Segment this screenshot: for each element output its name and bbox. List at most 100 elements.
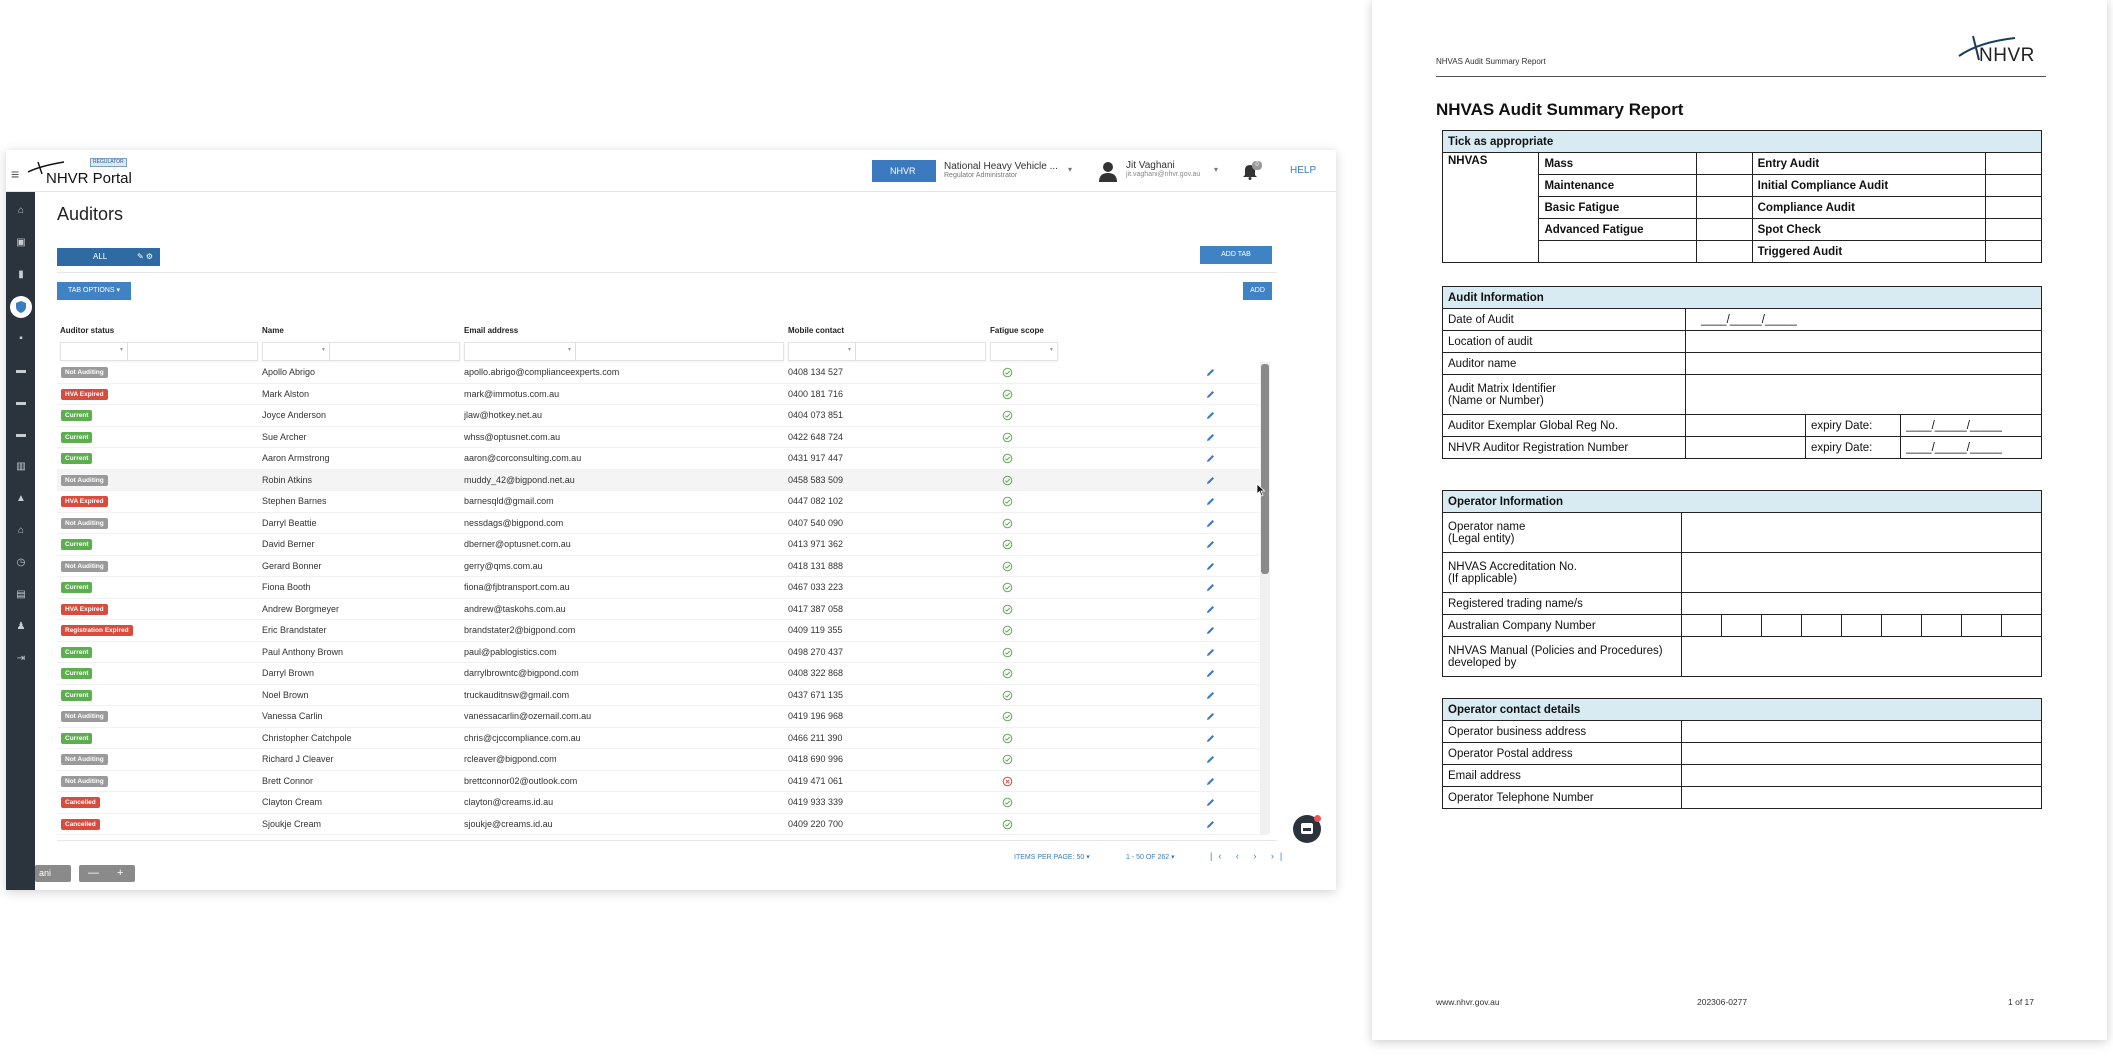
document-icon[interactable]: ▪ [14,332,28,346]
checkbox-blank[interactable] [1695,240,1753,263]
acn-digit[interactable] [1761,614,1802,637]
trailer-icon[interactable]: ▬ [14,428,28,442]
table-row[interactable]: Current David Berner dberner@optusnet.com.… [57,534,1268,556]
pencil-icon[interactable] [1205,410,1216,421]
column-header-mobile[interactable]: Mobile contact [788,326,844,335]
zoom-out-button[interactable]: — [88,865,99,881]
name-filter[interactable]: ▾ [262,342,330,361]
help-link[interactable]: HELP [1290,165,1316,176]
checkbox-compliance-audit[interactable] [1985,196,2042,219]
exemplar-expiry-field[interactable]: ____/_____/_____ [1900,414,2042,437]
fatigue-filter[interactable]: ▾ [990,342,1058,361]
organisation-selector[interactable]: NHVR National Heavy Vehicle ... Regulato… [872,160,1082,182]
vehicle-icon[interactable]: ▬ [14,396,28,410]
acn-digit[interactable] [1721,614,1762,637]
table-row[interactable]: Current Aaron Armstrong aaron@corconsultin… [57,448,1268,470]
scrollbar-thumb[interactable] [1261,364,1269,574]
acn-digit[interactable] [1801,614,1842,637]
table-row[interactable]: HVA Expired Andrew Borgmeyer andrew@taskoh… [57,599,1268,620]
pencil-icon[interactable] [1205,668,1216,679]
edit-tab-icon[interactable]: ✎ ⚙ [137,248,153,266]
status-filter-input[interactable] [128,342,258,361]
nhvr-portal-logo[interactable]: NHVR Portal REGULATOR [26,158,136,188]
add-tab-button[interactable]: ADD TAB [1200,246,1272,264]
table-row[interactable]: Current Christopher Catchpole chris@cjccom… [57,728,1268,749]
truck-icon[interactable]: ▬ [14,364,28,378]
acn-digit[interactable] [1961,614,2002,637]
pencil-icon[interactable] [1205,518,1216,529]
user-menu[interactable]: Jit Vaghani jit.vaghani@nhvr.gov.au ▾ [1098,158,1228,184]
pencil-icon[interactable] [1205,389,1216,400]
sidebar-item-auditors[interactable] [10,296,32,318]
acn-digit[interactable] [1841,614,1882,637]
pencil-icon[interactable] [1205,539,1216,550]
items-per-page-select[interactable]: ITEMS PER PAGE: 50 ▾ [1014,853,1090,861]
table-row[interactable]: Cancelled Clayton Cream clayton@creams.id.… [57,792,1268,814]
status-filter[interactable]: ▾ [60,342,128,361]
column-header-email[interactable]: Email address [464,326,518,335]
tab-options-button[interactable]: TAB OPTIONS ▾ [57,282,131,300]
pencil-icon[interactable] [1205,647,1216,658]
registration-expiry-field[interactable]: ____/_____/_____ [1900,436,2042,459]
checkbox-mass[interactable] [1695,152,1753,175]
table-row[interactable]: Not Auditing Robin Atkins muddy_42@bigpond… [57,469,1268,491]
book-icon[interactable]: ▮ [14,268,28,282]
exemplar-field[interactable] [1685,414,1806,437]
operator-name-field[interactable] [1681,512,2042,553]
table-row[interactable]: Not Auditing Vanessa Carlin vanessacarlin@… [57,706,1268,728]
trading-name-field[interactable] [1681,592,2042,615]
home-icon[interactable]: ⌂ [14,204,28,218]
column-header-name[interactable]: Name [262,326,284,335]
pencil-icon[interactable] [1205,561,1216,572]
logout-icon[interactable]: ⇥ [14,652,28,666]
clock-icon[interactable]: ◷ [14,556,28,570]
pencil-icon[interactable] [1205,776,1216,787]
checkbox-initial-compliance[interactable] [1985,174,2042,197]
pagination-controls[interactable]: |‹ ‹ › ›| [1210,851,1288,861]
table-row[interactable]: Current Paul Anthony Brown paul@pablogisti… [57,642,1268,663]
pencil-icon[interactable] [1205,604,1216,615]
checkbox-basic-fatigue[interactable] [1695,196,1753,219]
checkbox-spot-check[interactable] [1985,218,2042,241]
table-row[interactable]: HVA Expired Stephen Barnes barnesqld@gmail… [57,491,1268,513]
pencil-icon[interactable] [1205,496,1216,507]
pencil-icon[interactable] [1205,367,1216,378]
briefcase-icon[interactable]: ▣ [14,236,28,250]
postal-address-field[interactable] [1681,742,2042,765]
zoom-in-button[interactable]: + [117,865,123,881]
table-row[interactable]: Not Auditing Gerard Bonner gerry@qms.com.a… [57,556,1268,577]
table-row[interactable]: Registration Expired Eric Brandstater bran… [57,620,1268,642]
menu-icon[interactable]: ≡ [11,166,19,182]
checkbox-triggered-audit[interactable] [1985,240,2042,263]
pencil-icon[interactable] [1205,475,1216,486]
checkbox-advanced-fatigue[interactable] [1695,218,1753,241]
table-row[interactable]: Current Fiona Booth fiona@fjbtransport.com… [57,577,1268,599]
pencil-icon[interactable] [1205,754,1216,765]
email-filter[interactable]: ▾ [464,342,576,361]
pencil-icon[interactable] [1205,625,1216,636]
auditor-field[interactable] [1685,352,2042,375]
matrix-field[interactable] [1685,374,2042,415]
acn-digit[interactable] [2001,614,2042,637]
folder-icon[interactable]: ▤ [14,588,28,602]
checkbox-maintenance[interactable] [1695,174,1753,197]
email-field[interactable] [1681,764,2042,787]
road-icon[interactable]: ▲ [14,492,28,506]
mobile-filter[interactable]: ▾ [788,342,856,361]
business-address-field[interactable] [1681,720,2042,743]
registration-field[interactable] [1685,436,1806,459]
manual-field[interactable] [1681,636,2042,677]
page-range-select[interactable]: 1 - 50 OF 262 ▾ [1126,853,1175,861]
date-field[interactable]: ____/_____/_____ [1685,308,2042,331]
pencil-icon[interactable] [1205,711,1216,722]
pencil-icon[interactable] [1205,819,1216,830]
acn-digit[interactable] [1921,614,1962,637]
notifications-button[interactable]: 0 [1242,161,1266,181]
bank-icon[interactable]: ⌂ [14,524,28,538]
location-field[interactable] [1685,330,2042,353]
tab-all[interactable]: ALL ✎ ⚙ [57,248,160,266]
column-header-fatigue[interactable]: Fatigue scope [990,326,1044,335]
acn-digit[interactable] [1881,614,1922,637]
table-row[interactable]: Not Auditing Richard J Cleaver rcleaver@bi… [57,749,1268,771]
add-button[interactable]: ADD [1243,282,1272,300]
